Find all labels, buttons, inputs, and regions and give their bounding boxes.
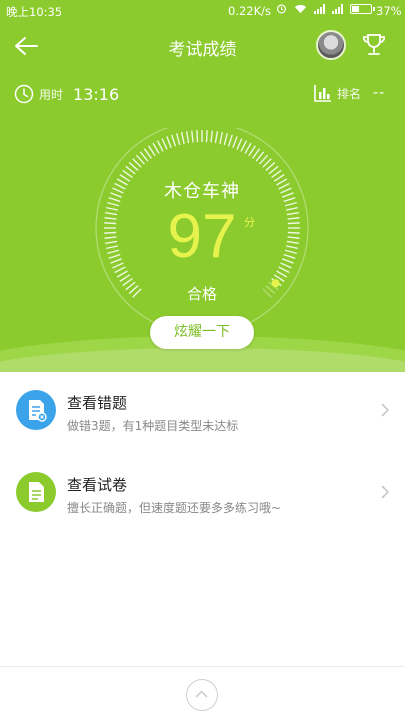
battery-icon bbox=[350, 3, 375, 14]
list-item-wrong-answers[interactable]: 查看错题 做错3题，有1种题目类型未达标 bbox=[0, 372, 405, 448]
signal-icon bbox=[314, 3, 325, 14]
rank: 排名 -- bbox=[314, 84, 385, 102]
clock-icon bbox=[14, 84, 34, 104]
bar-chart-icon bbox=[314, 85, 331, 102]
pass-status: 合格 bbox=[186, 285, 217, 303]
list-item-title: 查看错题 bbox=[67, 394, 128, 412]
battery-percent: 37% bbox=[376, 4, 402, 18]
list-item-subtitle: 擅长正确题，但速度题还要多多练习哦~ bbox=[67, 501, 282, 515]
chevron-up-icon bbox=[195, 690, 208, 698]
document-error-icon bbox=[16, 390, 56, 430]
list-item-subtitle: 做错3题，有1种题目类型未达标 bbox=[67, 419, 239, 433]
share-button[interactable]: 炫耀一下 bbox=[150, 316, 254, 349]
list-item-title: 查看试卷 bbox=[67, 476, 128, 494]
rank-value: -- bbox=[373, 85, 386, 101]
rank-label: 排名 bbox=[337, 86, 362, 101]
list-item-view-paper[interactable]: 查看试卷 擅长正确题，但速度题还要多多练习哦~ bbox=[0, 454, 405, 530]
score-value: 97 bbox=[167, 202, 237, 271]
trophy-icon[interactable] bbox=[360, 31, 388, 59]
document-icon bbox=[16, 472, 56, 512]
wifi-icon bbox=[294, 4, 307, 13]
score-unit: 分 bbox=[244, 216, 255, 229]
time-label: 用时 bbox=[39, 87, 64, 102]
avatar[interactable] bbox=[316, 30, 346, 60]
chevron-right-icon bbox=[381, 403, 390, 417]
alarm-icon bbox=[276, 4, 287, 14]
rank-title: 木仓车神 bbox=[164, 181, 240, 202]
time-used: 用时 13:16 bbox=[14, 84, 119, 104]
network-speed: 0.22K/s bbox=[228, 4, 272, 18]
chevron-right-icon bbox=[381, 485, 390, 499]
status-bar: 晚上10:35 0.22K/s 37% bbox=[0, 0, 405, 22]
bottom-bar bbox=[0, 666, 405, 720]
time-value: 13:16 bbox=[73, 84, 120, 104]
signal-icon bbox=[332, 3, 343, 14]
status-time: 晚上10:35 bbox=[6, 5, 63, 19]
app-header: 考试成绩 bbox=[0, 26, 405, 66]
scroll-up-button[interactable] bbox=[186, 679, 218, 711]
